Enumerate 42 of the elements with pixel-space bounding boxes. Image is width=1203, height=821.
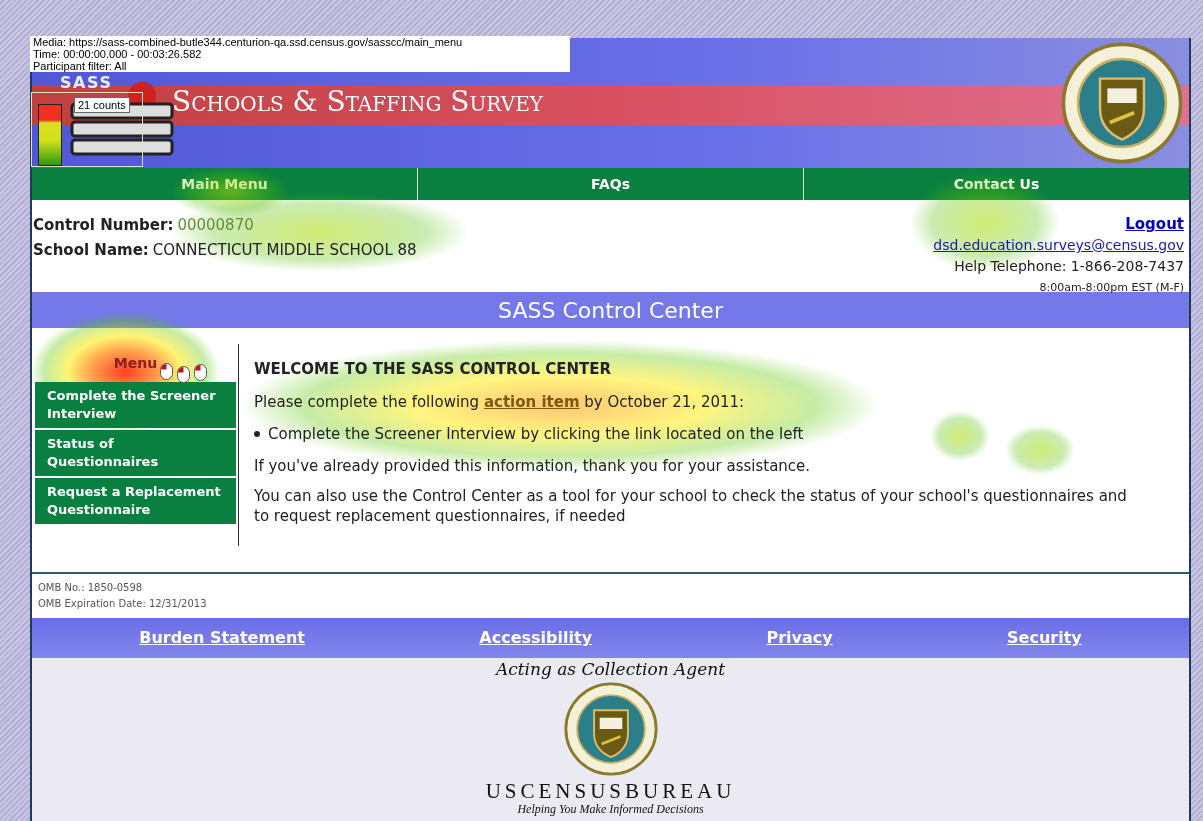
- bureau-name: USCENSUSBUREAU: [485, 780, 736, 802]
- side-menu-item[interactable]: Complete the Screener Interview: [35, 382, 236, 428]
- logout-link[interactable]: Logout: [1125, 214, 1184, 235]
- bullet-text: Complete the Screener Interview by clicking the link located on the left: [268, 424, 804, 445]
- footer-link[interactable]: Privacy: [766, 626, 833, 650]
- agent-caption: Acting as Collection Agent: [495, 658, 726, 680]
- help-telephone: Help Telephone: 1-866-208-7437: [954, 257, 1184, 276]
- nav-link[interactable]: Main Menu: [32, 168, 417, 200]
- footer-link[interactable]: Accessibility: [479, 626, 593, 650]
- nav-link[interactable]: FAQs: [417, 168, 803, 200]
- omb-text: OMB Expiration Date: 12/31/2013: [38, 597, 208, 611]
- side-menu-item[interactable]: Status of Questionnaires: [35, 430, 236, 476]
- legend-color-bar: [38, 104, 62, 166]
- field-label: School Name:: [33, 239, 149, 261]
- footer-link[interactable]: Burden Statement: [139, 626, 305, 650]
- welcome-heading: WELCOME TO THE SASS CONTROL CENTER: [254, 359, 612, 380]
- paragraph: You can also use the Control Center as a tool for your school to check the status of your school's questionnaires and to request replacement questionnaires, if needed: [254, 485, 1128, 526]
- email-link[interactable]: dsd.education.surveys@census.gov: [933, 235, 1184, 256]
- field-value: CONNECTICUT MIDDLE SCHOOL 88: [152, 239, 417, 261]
- info-line: Time: 00:00:00.000 - 00:03:26.582: [33, 48, 203, 60]
- paragraph: If you've already provided this information, thank you for your assistance.: [254, 455, 812, 476]
- mouse-click-icon: [160, 363, 173, 380]
- menu-title: Menu: [113, 354, 158, 373]
- banner-title: Schools & Staffing Survey: [172, 88, 543, 116]
- field-value: 00000870: [177, 215, 254, 236]
- omb-text: OMB No.: 1850-0598: [38, 581, 144, 595]
- legend-label: 21 counts: [74, 97, 130, 113]
- side-menu-item[interactable]: Request a Replacement Questionnaire: [35, 478, 236, 524]
- bullet-icon: [254, 431, 260, 438]
- field-label: Control Number:: [33, 215, 174, 236]
- mouse-click-icon: [194, 364, 207, 381]
- intro-text: Please complete the following action item by October 21, 2011:: [254, 391, 746, 413]
- nav-link[interactable]: Contact Us: [803, 168, 1189, 200]
- bureau-tagline: Helping You Make Informed Decisions: [517, 802, 704, 816]
- commerce-seal-icon: [563, 682, 658, 776]
- mouse-click-icon: [177, 366, 190, 383]
- info-line: Participant filter: All: [33, 60, 128, 72]
- footer-link[interactable]: Security: [1007, 626, 1082, 650]
- info-line: Media: https://sass-combined-butle344.centurion-qa.ssd.census.gov/sasscc/main_menu: [33, 36, 464, 48]
- action-item-link[interactable]: action item: [483, 392, 580, 411]
- education-seal-icon: [1061, 42, 1183, 164]
- page-title: SASS Control Center: [32, 292, 1189, 328]
